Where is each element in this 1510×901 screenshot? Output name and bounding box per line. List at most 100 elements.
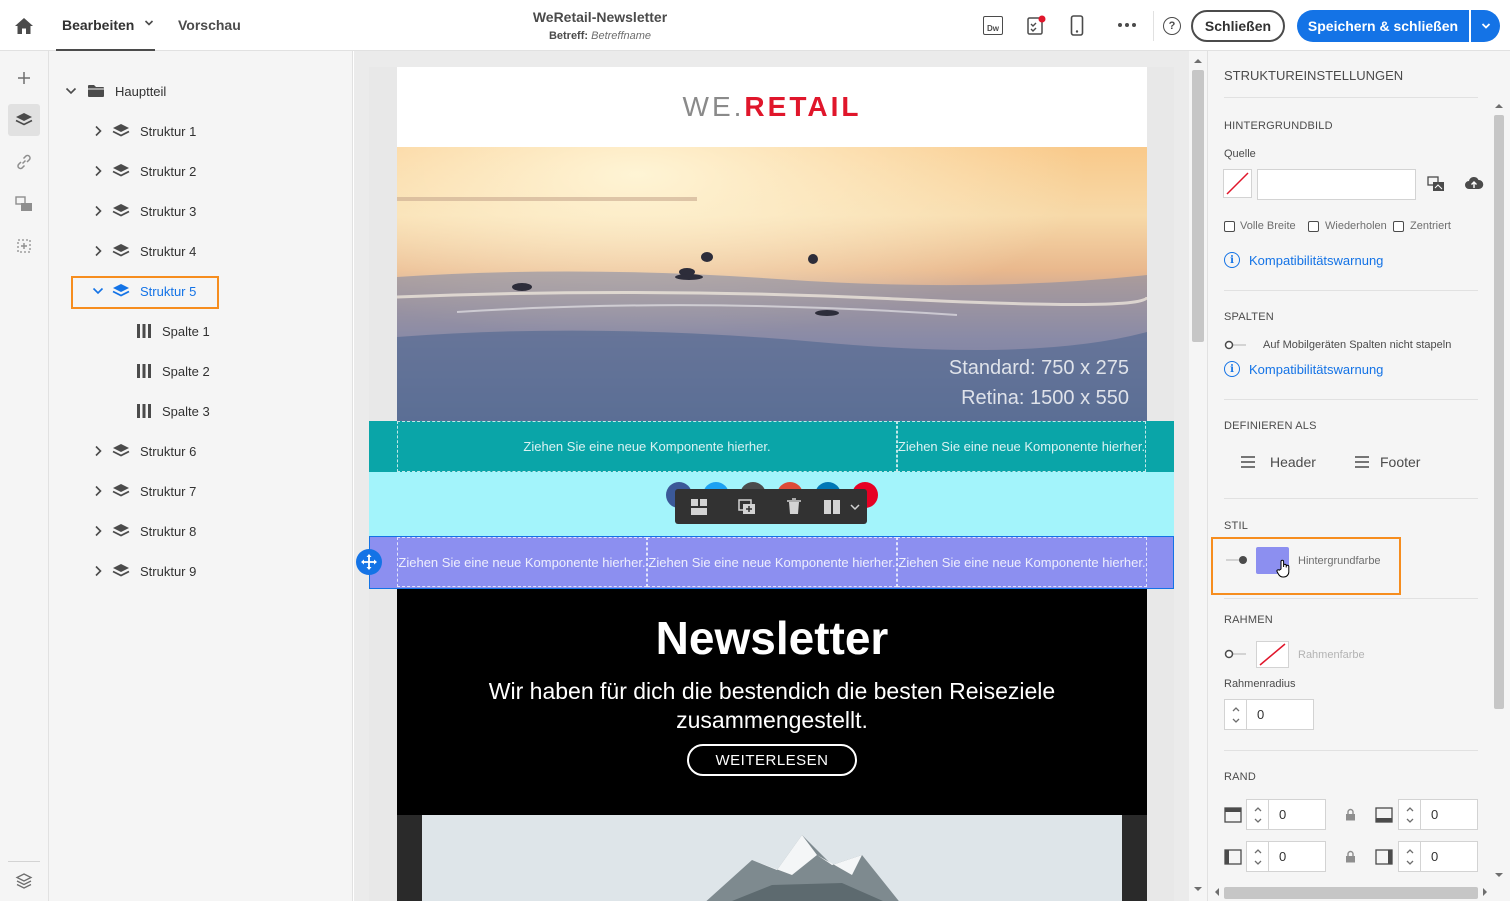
margin-right-stepper[interactable] (1398, 841, 1421, 872)
border-color-toggle[interactable] (1224, 648, 1248, 660)
upload-cloud-icon[interactable] (1464, 175, 1484, 191)
canvas-scrollbar-thumb[interactable] (1192, 70, 1204, 342)
tree-item-struktur-8[interactable]: Struktur 8 (90, 511, 196, 551)
drop-zone[interactable]: Ziehen Sie eine neue Komponente hierher. (647, 537, 897, 587)
structure-teal-band[interactable]: Ziehen Sie eine neue Komponente hierher.… (369, 421, 1174, 472)
tree-root-hauptteil[interactable]: Hauptteil (63, 71, 166, 111)
tree-item-struktur-4[interactable]: Struktur 4 (90, 231, 196, 271)
hero-image[interactable]: Standard: 750 x 275 Retina: 1500 x 550 (397, 147, 1147, 421)
margin-left-input[interactable]: 0 (1268, 841, 1326, 872)
tab-edit[interactable]: Bearbeiten (62, 17, 134, 33)
tree-item-struktur-2[interactable]: Struktur 2 (90, 151, 196, 191)
image-source-input[interactable] (1257, 169, 1416, 200)
read-more-button[interactable]: WEITERLESEN (687, 744, 857, 776)
define-as-footer-option[interactable]: Footer (1354, 454, 1420, 470)
duplicate-icon[interactable] (738, 499, 756, 515)
home-icon[interactable] (12, 14, 36, 38)
save-and-close-button[interactable]: Speichern & schließen (1297, 10, 1469, 42)
close-button[interactable]: Schließen (1191, 10, 1285, 42)
tree-item-struktur-6[interactable]: Struktur 6 (90, 431, 196, 471)
tree-item-spalte-1[interactable]: Spalte 1 (136, 311, 210, 351)
scroll-left-icon[interactable] (1214, 887, 1220, 897)
mountain-image[interactable] (422, 815, 1122, 901)
scroll-down-icon[interactable] (1494, 872, 1504, 878)
compatibility-warning-link[interactable]: i Kompatibilitätswarnung (1224, 361, 1383, 377)
tree-item-struktur-3[interactable]: Struktur 3 (90, 191, 196, 231)
browse-assets-icon[interactable] (1427, 176, 1445, 192)
delete-icon[interactable] (786, 498, 802, 515)
chevron-right-icon[interactable] (90, 203, 106, 219)
scroll-down-icon[interactable] (1193, 886, 1203, 892)
tree-item-struktur-9[interactable]: Struktur 9 (90, 551, 196, 591)
drop-zone[interactable]: Ziehen Sie eine neue Komponente hierher. (397, 421, 897, 472)
margin-bottom-input[interactable]: 0 (1420, 799, 1478, 830)
chevron-down-icon[interactable] (63, 83, 79, 99)
no-stack-label: Auf Mobilgeräten Spalten nicht stapeln (1263, 339, 1452, 351)
scroll-right-icon[interactable] (1482, 887, 1488, 897)
header-label: Header (1270, 454, 1316, 470)
compatibility-warning-link[interactable]: i Kompatibilitätswarnung (1224, 252, 1383, 268)
chevron-right-icon[interactable] (90, 563, 106, 579)
chevron-right-icon[interactable] (90, 163, 106, 179)
tree-label: Struktur 9 (140, 563, 197, 579)
more-icon[interactable] (1117, 22, 1137, 30)
scroll-up-icon[interactable] (1193, 58, 1203, 64)
chevron-right-icon[interactable] (90, 523, 106, 539)
save-options-chevron-icon[interactable] (1471, 10, 1500, 42)
move-handle-icon[interactable] (356, 549, 382, 575)
chevron-right-icon[interactable] (90, 243, 106, 259)
lock-icon[interactable] (1345, 850, 1356, 863)
tree-item-spalte-2[interactable]: Spalte 2 (136, 351, 210, 391)
tree-item-struktur-7[interactable]: Struktur 7 (90, 471, 196, 511)
margin-left-stepper[interactable] (1246, 841, 1269, 872)
add-icon[interactable] (16, 70, 32, 86)
margin-right-input[interactable]: 0 (1420, 841, 1478, 872)
chevron-right-icon[interactable] (90, 123, 106, 139)
panel-scrollbar-thumb[interactable] (1494, 115, 1504, 709)
fragments-icon[interactable] (15, 237, 33, 255)
layers-icon[interactable] (8, 104, 40, 136)
chevron-down-icon[interactable] (850, 503, 860, 511)
structure-selected-band[interactable]: Ziehen Sie eine neue Komponente hierher.… (369, 536, 1174, 589)
chevron-down-icon[interactable] (90, 283, 106, 299)
image-swatch-none[interactable] (1223, 169, 1252, 198)
margin-bottom-stepper[interactable] (1398, 799, 1421, 830)
full-width-checkbox[interactable] (1224, 221, 1235, 232)
panel-horizontal-scrollbar-thumb[interactable] (1224, 887, 1478, 899)
tab-preview[interactable]: Vorschau (178, 17, 241, 33)
define-as-header-option[interactable]: Header (1240, 454, 1316, 470)
drop-zone[interactable]: Ziehen Sie eine neue Komponente hierher. (897, 537, 1147, 587)
chevron-right-icon[interactable] (90, 483, 106, 499)
border-color-swatch[interactable] (1256, 641, 1289, 668)
drop-zone[interactable]: Ziehen Sie eine neue Komponente hierher. (397, 537, 647, 587)
tree-item-spalte-3[interactable]: Spalte 3 (136, 391, 210, 431)
drop-zone[interactable]: Ziehen Sie eine neue Komponente hierher. (897, 421, 1146, 472)
lock-icon[interactable] (1345, 808, 1356, 821)
link-icon[interactable] (15, 153, 33, 171)
repeat-checkbox[interactable] (1308, 221, 1319, 232)
tree-label: Struktur 6 (140, 443, 197, 459)
dreamweaver-icon[interactable]: Dw (983, 16, 1003, 35)
margin-top-stepper[interactable] (1246, 799, 1269, 830)
newsletter-block[interactable]: Newsletter Wir haben für dich die besten… (397, 589, 1147, 815)
tree-item-struktur-5[interactable]: Struktur 5 (90, 271, 196, 311)
tree-item-struktur-1[interactable]: Struktur 1 (90, 111, 196, 151)
no-stack-toggle[interactable] (1224, 339, 1248, 351)
help-icon[interactable]: ? (1163, 17, 1181, 35)
border-radius-input[interactable]: 0 (1246, 699, 1314, 730)
scroll-up-icon[interactable] (1494, 103, 1504, 109)
border-radius-stepper[interactable] (1224, 699, 1247, 730)
centered-checkbox[interactable] (1393, 221, 1404, 232)
layer-settings-icon[interactable] (15, 872, 33, 890)
margin-top-input[interactable]: 0 (1268, 799, 1326, 830)
column-layout-icon[interactable] (823, 499, 841, 515)
mobile-preview-icon[interactable] (1070, 15, 1084, 37)
assets-icon[interactable] (15, 196, 33, 212)
border-color-label: Rahmenfarbe (1298, 649, 1365, 661)
background-color-toggle[interactable] (1224, 554, 1248, 566)
select-parent-icon[interactable] (691, 499, 707, 515)
checklist-icon[interactable] (1026, 15, 1046, 36)
chevron-right-icon[interactable] (90, 443, 106, 459)
chevron-down-icon[interactable] (143, 17, 155, 29)
logo-band[interactable]: WE. RETAIL (397, 67, 1147, 147)
